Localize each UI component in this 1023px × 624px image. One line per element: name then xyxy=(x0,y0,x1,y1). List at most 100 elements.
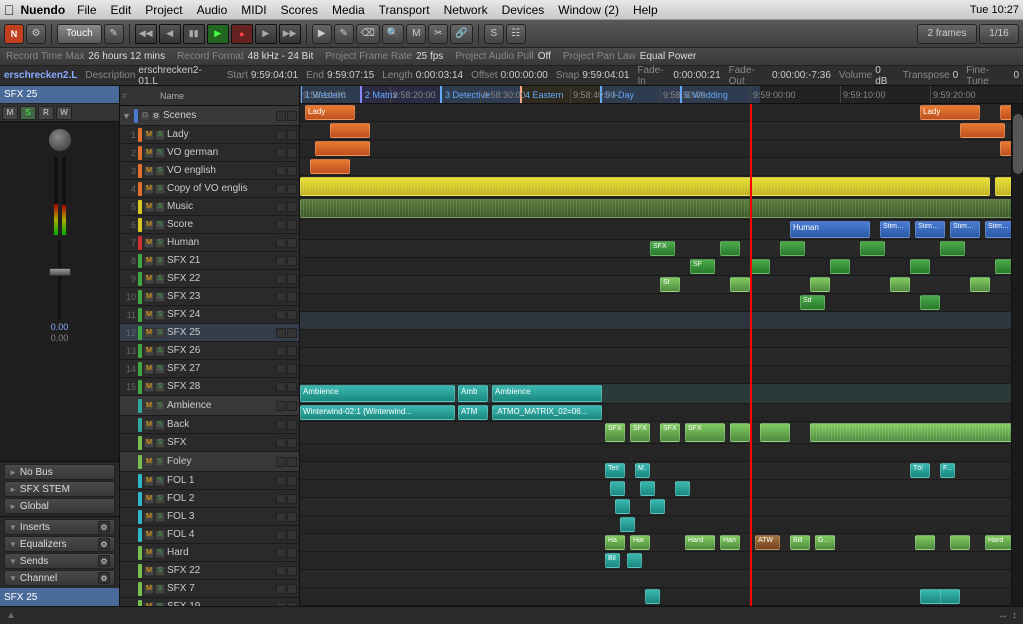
track-row-fol-1-19[interactable]: M S FOL 1 xyxy=(120,472,299,490)
mute-btn-5[interactable]: M xyxy=(144,220,154,230)
channel-section-btn[interactable]: ▼ Channel ⚙ xyxy=(4,570,115,586)
clip-sfx21-4[interactable] xyxy=(860,241,885,256)
menu-audio[interactable]: Audio xyxy=(191,2,234,18)
canvas-row-sfx27[interactable] xyxy=(300,348,1023,366)
io-l-20[interactable] xyxy=(276,494,286,504)
draw-tool-btn[interactable]: ✎ xyxy=(334,24,354,44)
io-r-18[interactable] xyxy=(287,457,297,467)
io-r-19[interactable] xyxy=(287,476,297,486)
io-l-12[interactable] xyxy=(276,346,286,356)
io-r-12[interactable] xyxy=(287,346,297,356)
erase-tool-btn[interactable]: ⌫ xyxy=(356,24,380,44)
solo-btn-14[interactable]: S xyxy=(155,382,165,392)
clip-fol1-4[interactable]: Fo! xyxy=(940,463,955,478)
clip-sfx22-3[interactable] xyxy=(830,259,850,274)
clip-hard-atw[interactable]: ATW xyxy=(755,535,780,550)
io-l-3[interactable] xyxy=(276,184,286,194)
mute-btn-12[interactable]: M xyxy=(144,346,154,356)
clip-sfx24-1[interactable]: Sd xyxy=(800,295,825,310)
inserts-section-btn[interactable]: ▼ Inserts ⚙ xyxy=(4,519,115,535)
clip-sfxg-4[interactable]: SFX xyxy=(685,423,725,442)
solo-btn-3[interactable]: S xyxy=(155,184,165,194)
io-l-24[interactable] xyxy=(276,566,286,576)
frames-display[interactable]: 2 frames xyxy=(917,24,977,44)
solo-btn-15[interactable]: S xyxy=(155,401,165,411)
clip-hard-gun[interactable]: Gunt xyxy=(815,535,835,550)
clip-vog-1[interactable] xyxy=(330,123,370,138)
record-btn[interactable]: ● xyxy=(231,24,253,44)
solo-btn-4[interactable]: S xyxy=(155,202,165,212)
menu-help[interactable]: Help xyxy=(627,2,664,18)
io-l-7[interactable] xyxy=(276,256,286,266)
page-display[interactable]: 1/16 xyxy=(979,24,1019,44)
track-row-sfx-19-26[interactable]: M S SFX 19 xyxy=(120,598,299,606)
canvas-row-sfx19[interactable]: Ga Donofus xyxy=(300,588,1023,606)
solo-btn-25[interactable]: S xyxy=(155,584,165,594)
io-r-10[interactable] xyxy=(287,310,297,320)
clip-sfxg-5[interactable] xyxy=(730,423,750,442)
clip-back-winterwind[interactable]: Winterwind-02:1 {Winterwind... xyxy=(300,405,455,420)
canvas-row-music[interactable] xyxy=(300,176,1023,198)
io-l-25[interactable] xyxy=(276,584,286,594)
go-end-btn[interactable]: ▶▶ xyxy=(279,24,301,44)
io-l-9[interactable] xyxy=(276,292,286,302)
mute-btn-2[interactable]: M xyxy=(144,166,154,176)
track-row-vo-german-1[interactable]: 2 M S VO german xyxy=(120,144,299,162)
io-r-5[interactable] xyxy=(287,220,297,230)
solo-btn-23[interactable]: S xyxy=(155,548,165,558)
no-bus-btn[interactable]: ► No Bus xyxy=(4,464,115,480)
io-l-11[interactable] xyxy=(276,328,286,338)
io-l-4[interactable] xyxy=(276,202,286,212)
io-l-5[interactable] xyxy=(276,220,286,230)
mute-btn-9[interactable]: M xyxy=(144,292,154,302)
mute-btn-4[interactable]: M xyxy=(144,202,154,212)
scenes-settings[interactable]: ⚙ xyxy=(151,111,161,121)
clip-fol2-3[interactable] xyxy=(675,481,690,496)
volume-fader[interactable] xyxy=(45,240,75,320)
io-r-16[interactable] xyxy=(287,420,297,430)
io-r-20[interactable] xyxy=(287,494,297,504)
clip-amb-1[interactable]: Ambience xyxy=(300,385,455,402)
mute-btn-17[interactable]: M xyxy=(144,438,154,448)
clip-sfx22-2[interactable] xyxy=(750,259,770,274)
channel-settings-icon[interactable]: ⚙ xyxy=(98,572,110,584)
clip-s22b-2[interactable] xyxy=(627,553,642,568)
sfx-stem-btn[interactable]: ► SFX STEM xyxy=(4,481,115,497)
clip-sfx21-1[interactable]: SFX xyxy=(650,241,675,256)
mute-btn-8[interactable]: M xyxy=(144,274,154,284)
canvas-row-sfx26[interactable] xyxy=(300,330,1023,348)
mute-btn-23[interactable]: M xyxy=(144,548,154,558)
clip-sfx21-3[interactable] xyxy=(780,241,805,256)
clip-sfx21-2[interactable] xyxy=(720,241,740,256)
canvas-row-hard[interactable]: Ha Har Hard Han ATW Bill Gunt Hard Har H… xyxy=(300,534,1023,552)
io-r-0[interactable] xyxy=(287,130,297,140)
track-row-music-4[interactable]: 5 M S Music xyxy=(120,198,299,216)
ch-m-btn[interactable]: M xyxy=(2,106,18,120)
clip-vog-2[interactable] xyxy=(960,123,1005,138)
solo-btn-9[interactable]: S xyxy=(155,292,165,302)
solo-btn-1[interactable]: S xyxy=(155,148,165,158)
solo-btn-17[interactable]: S xyxy=(155,438,165,448)
track-row-back-16[interactable]: M S Back xyxy=(120,416,299,434)
mute-tool-btn[interactable]: M xyxy=(406,24,426,44)
sends-section-btn[interactable]: ▼ Sends ⚙ xyxy=(4,553,115,569)
io-l-2[interactable] xyxy=(276,166,286,176)
scenes-io-l[interactable] xyxy=(276,111,286,121)
clip-s22b-1[interactable]: Bil xyxy=(605,553,620,568)
mute-btn-22[interactable]: M xyxy=(144,530,154,540)
menu-transport[interactable]: Transport xyxy=(373,2,436,18)
io-r-17[interactable] xyxy=(287,438,297,448)
mute-btn-14[interactable]: M xyxy=(144,382,154,392)
clip-hard-4[interactable]: Han xyxy=(720,535,740,550)
track-row-fol-2-20[interactable]: M S FOL 2 xyxy=(120,490,299,508)
io-l-22[interactable] xyxy=(276,530,286,540)
canvas-row-sfx22b[interactable]: Bil xyxy=(300,552,1023,570)
mute-btn-7[interactable]: M xyxy=(144,256,154,266)
solo-btn-12[interactable]: S xyxy=(155,346,165,356)
glue-tool-btn[interactable]: 🔗 xyxy=(450,24,472,44)
track-row-sfx-28-14[interactable]: 15 M S SFX 28 xyxy=(120,378,299,396)
track-row-sfx-26-12[interactable]: 13 M S SFX 26 xyxy=(120,342,299,360)
tracks-canvas[interactable]: Lady Lady xyxy=(300,104,1023,606)
settings-btn[interactable]: ⚙ xyxy=(26,24,46,44)
canvas-row-sfx7[interactable] xyxy=(300,570,1023,588)
